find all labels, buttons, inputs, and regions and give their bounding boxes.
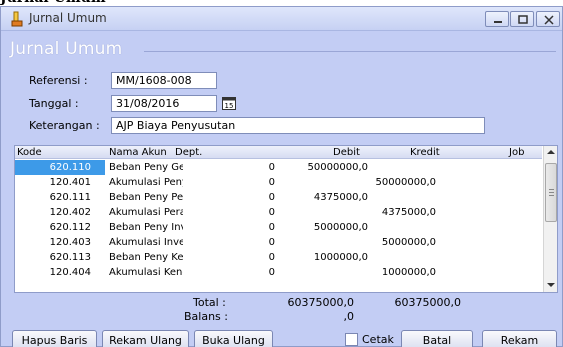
cell-kode[interactable]: 120.402 [15, 205, 105, 220]
app-icon [11, 11, 23, 27]
rekam-ulang-button[interactable]: Rekam Ulang [102, 330, 189, 347]
maximize-button[interactable] [510, 11, 534, 27]
cell-kode[interactable]: 620.111 [15, 190, 105, 205]
tanggal-label: Tanggal : [29, 97, 79, 110]
table-row[interactable]: 620.110 Beban Peny Gec 0 50000000,0 [15, 160, 542, 175]
cell-kredit[interactable]: 1000000,0 [372, 265, 462, 280]
close-icon [544, 15, 554, 25]
table-row[interactable]: 120.402 Akumulasi Perala 0 4375000,0 [15, 205, 542, 220]
cell-dept[interactable]: 0 [215, 205, 275, 220]
cell-dept[interactable]: 0 [215, 160, 275, 175]
cell-kode[interactable]: 120.401 [15, 175, 105, 190]
cetak-label[interactable]: Cetak [362, 333, 394, 346]
batal-button[interactable]: Batal [401, 330, 473, 347]
balans-value: ,0 [343, 310, 355, 323]
scroll-down-arrow-icon[interactable] [547, 283, 555, 287]
cell-kode[interactable]: 620.113 [15, 250, 105, 265]
keterangan-field[interactable]: AJP Biaya Penyusutan [111, 117, 485, 134]
cell-dept[interactable]: 0 [215, 250, 275, 265]
cell-debit[interactable]: 5000000,0 [277, 220, 368, 235]
scroll-up-arrow-icon[interactable] [547, 150, 555, 154]
referensi-field[interactable]: MM/1608-008 [111, 72, 217, 89]
col-kode-header[interactable]: Kode [17, 146, 42, 159]
panel-title: Jurnal Umum [10, 39, 123, 59]
col-dept-header[interactable]: Dept. [175, 146, 202, 159]
calendar-day-label: 15 [225, 102, 234, 110]
cell-nama-akun[interactable]: Beban Peny Per [109, 190, 183, 205]
jurnal-umum-window: Jurnal Umum Jurnal Umum Referensi : MM/1… [0, 6, 563, 347]
table-row[interactable]: 620.113 Beban Peny Ker 0 1000000,0 [15, 250, 542, 265]
table-row[interactable]: 120.403 Akumulasi Inver 0 5000000,0 [15, 235, 542, 250]
minimize-icon [494, 21, 502, 23]
minimize-button[interactable] [485, 11, 509, 27]
panel-title-divider [144, 51, 556, 52]
cell-nama-akun[interactable]: Akumulasi Penyı [109, 175, 183, 190]
keterangan-label: Keterangan : [29, 119, 100, 132]
tanggal-field[interactable]: 31/08/2016 [111, 95, 217, 112]
cell-kredit[interactable]: 50000000,0 [372, 175, 462, 190]
buka-ulang-button[interactable]: Buka Ulang [194, 330, 273, 347]
table-scrollbar[interactable] [543, 146, 557, 292]
total-label: Total : [193, 296, 226, 309]
cell-nama-akun[interactable]: Akumulasi Kenda [109, 265, 183, 280]
journal-table: Kode Nama Akun Dept. Debit Kredit Job 62… [14, 145, 558, 293]
maximize-icon [518, 15, 528, 24]
cell-dept[interactable]: 0 [215, 220, 275, 235]
cell-nama-akun[interactable]: Akumulasi Inver [109, 235, 183, 250]
total-kredit: 60375000,0 [394, 296, 461, 309]
table-row[interactable]: 120.404 Akumulasi Kenda 0 1000000,0 [15, 265, 542, 280]
balans-label: Balans : [184, 310, 228, 323]
cell-kode[interactable]: 120.404 [15, 265, 105, 280]
cell-kode[interactable]: 620.112 [15, 220, 105, 235]
cell-nama-akun[interactable]: Akumulasi Perala [109, 205, 183, 220]
table-row[interactable]: 620.111 Beban Peny Per 0 4375000,0 [15, 190, 542, 205]
scroll-thumb[interactable] [545, 163, 557, 222]
scroll-grip [549, 189, 554, 190]
cell-nama-akun[interactable]: Beban Peny Inv [109, 220, 183, 235]
cell-kode[interactable]: 620.110 [15, 160, 105, 175]
col-job-header[interactable]: Job [509, 146, 524, 159]
referensi-label: Referensi : [29, 74, 88, 87]
cell-dept[interactable]: 0 [215, 175, 275, 190]
cell-debit[interactable]: 4375000,0 [277, 190, 368, 205]
window-title: Jurnal Umum [29, 11, 107, 25]
col-nama-akun-header[interactable]: Nama Akun [109, 146, 167, 159]
cell-kredit[interactable]: 4375000,0 [372, 205, 462, 220]
cell-debit[interactable]: 50000000,0 [277, 160, 368, 175]
close-button[interactable] [536, 11, 560, 27]
table-row[interactable]: 120.401 Akumulasi Penyı 0 50000000,0 [15, 175, 542, 190]
cetak-checkbox[interactable] [345, 333, 358, 346]
scroll-grip [549, 192, 554, 193]
cell-kode[interactable]: 120.403 [15, 235, 105, 250]
total-debit: 60375000,0 [287, 296, 354, 309]
hapus-baris-button[interactable]: Hapus Baris [12, 330, 97, 347]
title-bar[interactable]: Jurnal Umum [1, 7, 562, 31]
col-debit-header[interactable]: Debit [333, 146, 360, 159]
table-header: Kode Nama Akun Dept. Debit Kredit Job [15, 146, 542, 159]
rekam-button[interactable]: Rekam [482, 330, 557, 347]
cell-nama-akun[interactable]: Beban Peny Gec [109, 160, 183, 175]
cell-dept[interactable]: 0 [215, 190, 275, 205]
table-row[interactable]: 620.112 Beban Peny Inv 0 5000000,0 [15, 220, 542, 235]
scroll-grip [549, 195, 554, 196]
cell-dept[interactable]: 0 [215, 235, 275, 250]
cell-kredit[interactable]: 5000000,0 [372, 235, 462, 250]
cell-debit[interactable]: 1000000,0 [277, 250, 368, 265]
calendar-icon[interactable]: 15 [222, 97, 236, 110]
cell-dept[interactable]: 0 [215, 265, 275, 280]
cell-nama-akun[interactable]: Beban Peny Ker [109, 250, 183, 265]
col-kredit-header[interactable]: Kredit [410, 146, 440, 159]
